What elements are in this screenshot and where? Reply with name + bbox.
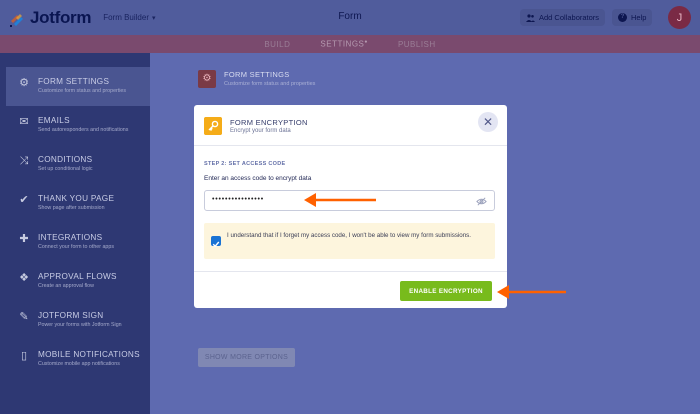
help-icon: ? [618, 13, 627, 22]
tab-publish[interactable]: PUBLISH [383, 40, 451, 49]
consent-checkbox[interactable] [211, 236, 221, 248]
gear-icon: ⚙ [198, 70, 216, 88]
consent-text: I understand that if I forget my access … [227, 232, 471, 239]
settings-sidebar: ⚙ FORM SETTINGS Customize form status and… [0, 53, 150, 414]
sidebar-item-subtitle: Connect your form to other apps [38, 244, 114, 250]
help-button[interactable]: ? Help [612, 9, 653, 26]
sidebar-item-subtitle: Send autoresponders and notifications [38, 127, 129, 133]
help-label: Help [631, 13, 647, 22]
sidebar-item-subtitle: Show page after submission [38, 205, 105, 211]
flow-icon: ❖ [19, 272, 29, 284]
pen-icon: ✎ [19, 311, 29, 323]
shuffle-icon: ⤨ [19, 155, 29, 167]
main-header-subtitle: Customize form status and properties [224, 81, 316, 87]
eye-off-icon[interactable] [476, 196, 487, 207]
enable-encryption-button[interactable]: ENABLE ENCRYPTION [400, 281, 492, 301]
access-code-value: •••••••••••••••• [212, 196, 265, 203]
add-collaborators-label: Add Collaborators [539, 13, 600, 22]
sidebar-item-integrations[interactable]: ✚ INTEGRATIONS Connect your form to other… [0, 223, 150, 262]
sidebar-item-approval-flows[interactable]: ❖ APPROVAL FLOWS Create an approval flow [0, 262, 150, 301]
sidebar-item-title: INTEGRATIONS [38, 233, 103, 242]
settings-indicator-icon: ● [364, 39, 368, 46]
add-collaborators-button[interactable]: Add Collaborators [520, 9, 606, 26]
sidebar-item-title: MOBILE NOTIFICATIONS [38, 350, 140, 359]
sidebar-item-mobile-notifications[interactable]: ▯ MOBILE NOTIFICATIONS Customize mobile a… [0, 340, 150, 379]
sidebar-item-subtitle: Power your forms with Jotform Sign [38, 322, 122, 328]
main-header-title: FORM SETTINGS [224, 70, 290, 79]
sidebar-item-title: EMAILS [38, 116, 70, 125]
mail-icon: ✉ [19, 116, 29, 128]
jotform-logo[interactable]: Jotform [8, 8, 91, 28]
tab-build[interactable]: BUILD [249, 40, 305, 49]
consent-box: I understand that if I forget my access … [204, 223, 495, 259]
sidebar-item-subtitle: Customize form status and properties [38, 88, 127, 94]
tab-settings-label: SETTINGS [320, 39, 365, 49]
main-header: ⚙ FORM SETTINGS Customize form status an… [198, 70, 315, 88]
sidebar-item-title: CONDITIONS [38, 155, 93, 164]
key-icon [204, 117, 222, 135]
checkmark-icon [212, 241, 220, 248]
tab-settings[interactable]: SETTINGS● [305, 39, 383, 49]
logo-text: Jotform [30, 7, 92, 27]
annotation-arrow-input [304, 193, 376, 207]
modal-subtitle: Encrypt your form data [230, 128, 291, 134]
sidebar-item-title: JOTFORM SIGN [38, 311, 104, 320]
close-icon: ✕ [482, 115, 494, 129]
annotation-arrow-button [497, 285, 566, 299]
puzzle-icon: ✚ [19, 233, 29, 245]
form-builder-label: Form Builder [103, 13, 149, 22]
sidebar-item-jotform-sign[interactable]: ✎ JOTFORM SIGN Power your forms with Jotf… [0, 301, 150, 340]
modal-header: FORM ENCRYPTION Encrypt your form data ✕ [194, 105, 507, 146]
sidebar-item-conditions[interactable]: ⤨ CONDITIONS Set up conditional logic [0, 145, 150, 184]
step-label: STEP 2: SET ACCESS CODE [204, 161, 286, 167]
mobile-icon: ▯ [20, 350, 28, 362]
sidebar-item-subtitle: Create an approval flow [38, 283, 94, 289]
modal-title: FORM ENCRYPTION [230, 118, 308, 127]
sidebar-item-title: FORM SETTINGS [38, 77, 110, 86]
sidebar-item-form-settings[interactable]: ⚙ FORM SETTINGS Customize form status and… [6, 67, 150, 106]
check-circle-icon: ✔ [19, 194, 29, 206]
tab-bar: BUILD SETTINGS● PUBLISH [0, 35, 700, 53]
close-button[interactable]: ✕ [478, 112, 498, 132]
top-bar: Jotform Form Builder ▾ Form Add Collabor… [0, 0, 700, 35]
sidebar-item-title: THANK YOU PAGE [38, 194, 115, 203]
users-icon [526, 13, 535, 22]
show-more-options-button[interactable]: SHOW MORE OPTIONS [198, 348, 295, 367]
jotform-logo-icon [10, 13, 23, 27]
sidebar-item-emails[interactable]: ✉ EMAILS Send autoresponders and notifica… [0, 106, 150, 145]
form-builder-dropdown[interactable]: Form Builder ▾ [103, 13, 155, 22]
chevron-down-icon: ▾ [151, 14, 156, 22]
avatar[interactable]: J [668, 6, 691, 29]
gear-icon: ⚙ [19, 77, 29, 89]
sidebar-item-subtitle: Customize mobile app notifications [38, 361, 120, 367]
sidebar-item-title: APPROVAL FLOWS [38, 272, 117, 281]
sidebar-item-thank-you-page[interactable]: ✔ THANK YOU PAGE Show page after submissi… [0, 184, 150, 223]
access-code-label: Enter an access code to encrypt data [204, 175, 312, 182]
sidebar-item-subtitle: Set up conditional logic [38, 166, 93, 172]
